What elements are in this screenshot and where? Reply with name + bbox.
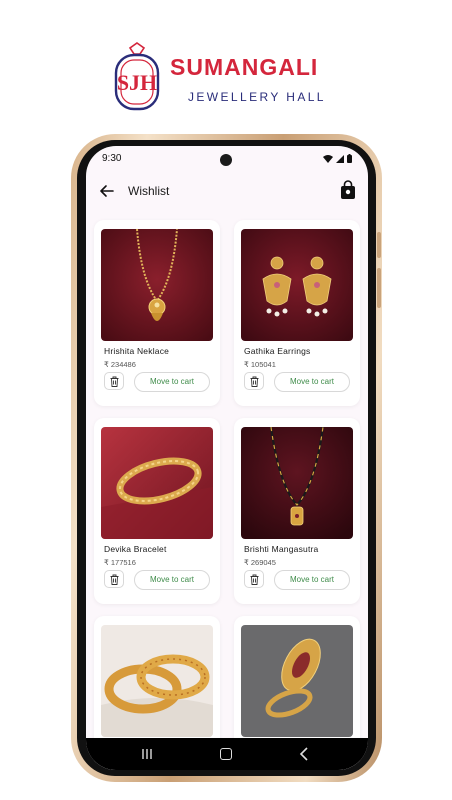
brand-name: SUMANGALI — [170, 54, 319, 80]
back-icon[interactable] — [298, 747, 310, 761]
remove-button[interactable] — [244, 372, 264, 390]
page-title: Wishlist — [128, 184, 170, 198]
product-price: ₹ 234486 — [104, 360, 136, 369]
promo-page: SJH SUMANGALI JEWELLERY HALL 9:30 Wishli… — [0, 0, 452, 800]
trash-icon — [110, 376, 119, 387]
battery-icon — [347, 154, 352, 163]
product-price: ₹ 177516 — [104, 558, 136, 567]
product-price: ₹ 105041 — [244, 360, 276, 369]
front-camera — [220, 154, 232, 166]
phone-screen: 9:30 Wishlist Hrishita Neklace ₹ 234486 … — [86, 146, 368, 770]
wishlist-card[interactable]: Devika Bracelet ₹ 177516 Move to cart — [94, 418, 220, 604]
product-image-necklace[interactable] — [101, 229, 213, 341]
trash-icon — [250, 574, 259, 585]
power-button — [377, 268, 381, 308]
trash-icon — [110, 574, 119, 585]
move-to-cart-button[interactable]: Move to cart — [274, 372, 350, 392]
arrow-left-icon[interactable] — [98, 182, 116, 200]
shopping-bag-icon[interactable] — [340, 180, 356, 200]
home-icon[interactable] — [220, 748, 232, 760]
wishlist-card[interactable]: Brishti Mangasutra ₹ 269045 Move to cart — [234, 418, 360, 604]
product-image-mangalsutra[interactable] — [241, 427, 353, 539]
volume-button — [377, 232, 381, 258]
trash-icon — [250, 376, 259, 387]
product-image-earrings[interactable] — [241, 229, 353, 341]
wifi-icon — [323, 154, 333, 163]
brand-logo: SJH — [114, 42, 160, 111]
wishlist-card[interactable]: Hrishita Neklace ₹ 234486 Move to cart — [94, 220, 220, 406]
signal-icon — [336, 154, 344, 163]
remove-button[interactable] — [244, 570, 264, 588]
move-to-cart-button[interactable]: Move to cart — [134, 372, 210, 392]
move-to-cart-button[interactable]: Move to cart — [274, 570, 350, 590]
recent-apps-icon[interactable] — [141, 748, 153, 760]
product-name: Brishti Mangasutra — [244, 544, 319, 554]
status-bar: 9:30 — [86, 146, 368, 172]
system-nav-bar — [86, 738, 368, 770]
app-bar: Wishlist — [86, 176, 368, 206]
product-name: Hrishita Neklace — [104, 346, 170, 356]
move-to-cart-button[interactable]: Move to cart — [134, 570, 210, 590]
product-image-bracelet[interactable] — [101, 427, 213, 539]
brand-header: SJH SUMANGALI JEWELLERY HALL — [112, 38, 352, 114]
svg-text:SJH: SJH — [117, 70, 157, 95]
status-time: 9:30 — [102, 153, 122, 164]
wishlist-card[interactable]: Gathika Earrings ₹ 105041 Move to cart — [234, 220, 360, 406]
product-image-ring[interactable] — [241, 625, 353, 737]
product-image-bangles[interactable] — [101, 625, 213, 737]
brand-subtitle: JEWELLERY HALL — [188, 90, 326, 104]
product-name: Gathika Earrings — [244, 346, 311, 356]
product-name: Devika Bracelet — [104, 544, 167, 554]
product-price: ₹ 269045 — [244, 558, 276, 567]
remove-button[interactable] — [104, 372, 124, 390]
remove-button[interactable] — [104, 570, 124, 588]
